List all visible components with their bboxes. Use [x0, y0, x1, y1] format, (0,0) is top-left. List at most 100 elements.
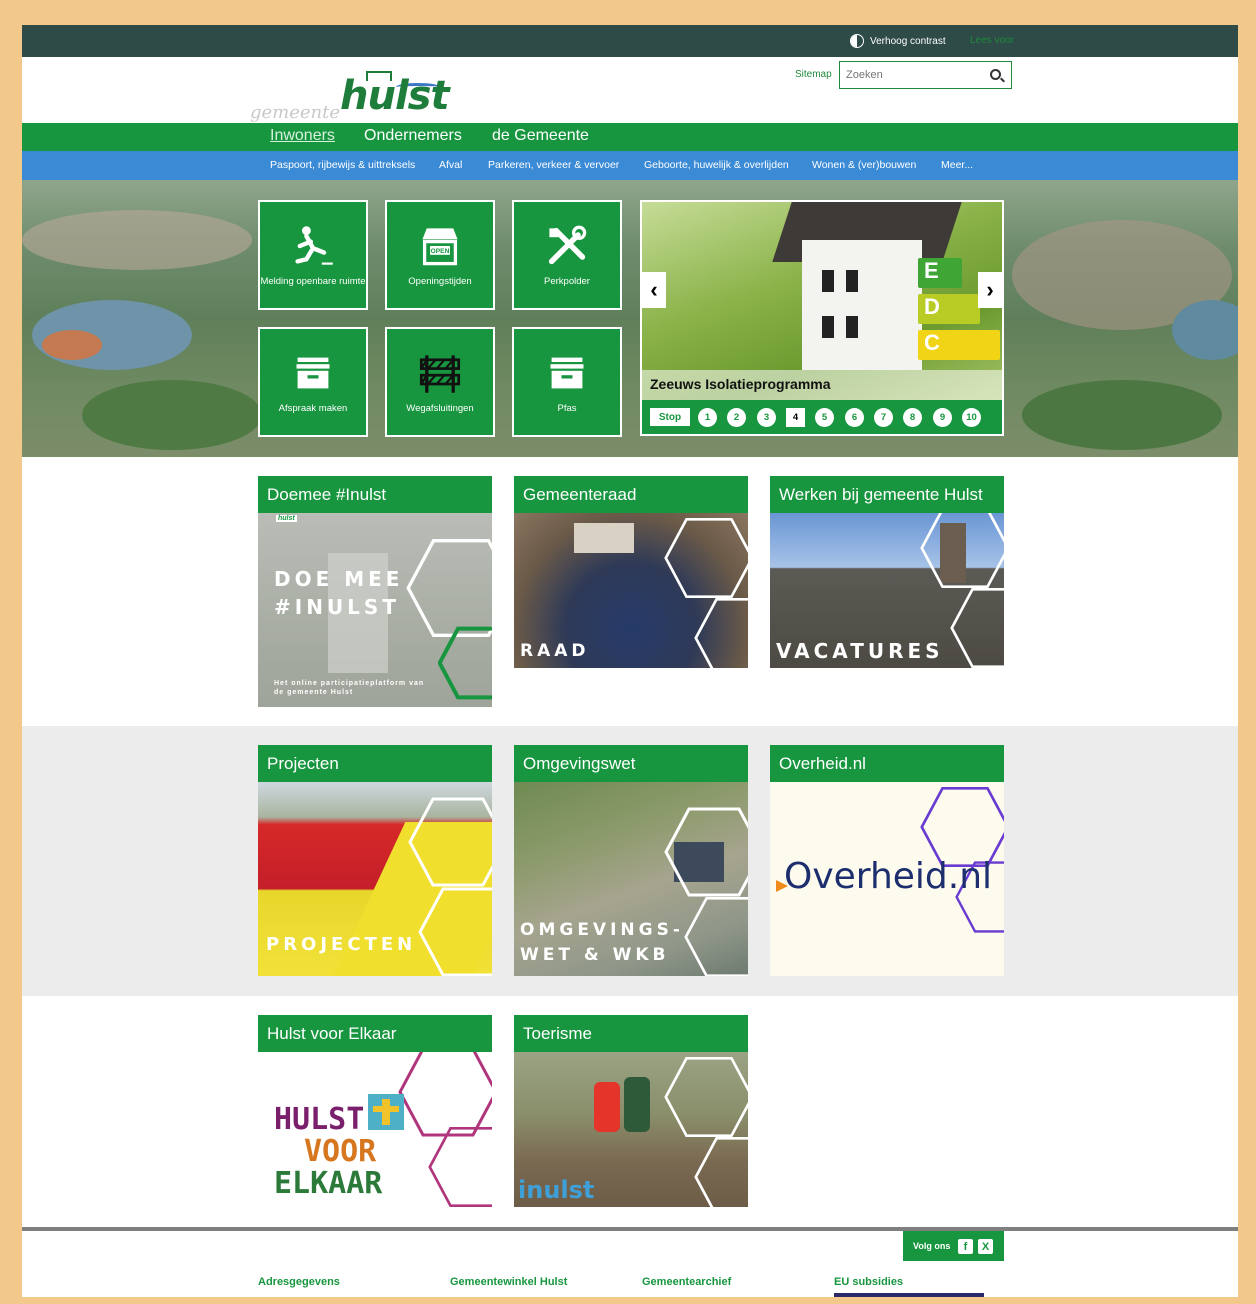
main-nav: Inwoners Ondernemers de Gemeente [22, 123, 1238, 151]
house-window [822, 270, 834, 292]
hexagon-decoration [664, 807, 748, 897]
footer-adresgegevens[interactable]: Adresgegevens [258, 1276, 340, 1288]
tile-afspraak-maken[interactable]: Afspraak maken [258, 327, 368, 437]
logo-badge: hulst [276, 515, 297, 522]
hexagon-decoration [694, 1136, 748, 1207]
subnav-item[interactable]: Wonen & (ver)bouwen [812, 159, 916, 171]
subnav-item[interactable]: Afval [439, 159, 462, 171]
footer-eu-subsidies[interactable]: EU subsidies [834, 1276, 903, 1288]
slider-page-5[interactable]: 5 [815, 408, 834, 427]
tile-label: Perkpolder [544, 275, 590, 287]
search-input[interactable] [840, 62, 980, 88]
contrast-toggle[interactable]: Verhoog contrast [850, 34, 946, 48]
x-icon[interactable]: X [978, 1239, 993, 1254]
card-image: Overheid.nl [770, 782, 1004, 976]
footer-gemeentearchief[interactable]: Gemeentearchief [642, 1276, 731, 1288]
nav-inwoners[interactable]: Inwoners [270, 127, 335, 145]
follow-us-box: Volg ons f X [903, 1231, 1004, 1261]
search-box [839, 61, 1012, 89]
slider-page-2[interactable]: 2 [727, 408, 746, 427]
logo-name: hulst [340, 73, 450, 119]
slider-page-10[interactable]: 10 [962, 408, 981, 427]
slider-next-button[interactable]: › [978, 272, 1002, 308]
tile-pfas[interactable]: Pfas [512, 327, 622, 437]
tile-label: Pfas [557, 402, 577, 414]
tile-label: Openingstijden [408, 275, 472, 287]
slider-page-3[interactable]: 3 [757, 408, 776, 427]
hexagon-decoration [438, 626, 492, 700]
contrast-icon [850, 34, 864, 48]
hexagon-decoration [664, 1056, 748, 1138]
footer-divider [22, 1227, 1238, 1231]
card-toerisme[interactable]: Toerisme inulst [514, 1015, 748, 1207]
slider-prev-button[interactable]: ‹ [642, 272, 666, 308]
energy-label-d: D [918, 294, 980, 324]
facebook-icon[interactable]: f [958, 1239, 973, 1254]
tile-label: Afspraak maken [278, 402, 348, 414]
subnav-item[interactable]: Paspoort, rijbewijs & uittreksels [270, 159, 415, 171]
footer-gemeentewinkel[interactable]: Gemeentewinkel Hulst [450, 1276, 567, 1288]
tile-label: Melding openbare ruimte [260, 275, 366, 287]
screen-shape [574, 523, 634, 553]
card-subtext: Het online participatieplatform van de g… [274, 680, 425, 696]
hero-banner: Melding openbare ruimte OPEN Openingstij… [22, 180, 1238, 457]
rooftops [42, 330, 102, 360]
tile-label: Wegafsluitingen [406, 402, 474, 414]
footer-accent-bar [834, 1293, 984, 1297]
card-omgevingswet[interactable]: Omgevingswet OMGEVINGS-WET & WKB [514, 745, 748, 976]
slider-stop-button[interactable]: Stop [650, 408, 690, 426]
slide-image[interactable]: E D C Zeeuws Isolatieprogramma [642, 202, 1002, 400]
slider-page-4[interactable]: 4 [786, 408, 805, 427]
read-aloud-link[interactable]: Lees voor [970, 35, 1014, 46]
card-overlay-text: PROJECTEN [266, 934, 417, 955]
subnav-item[interactable]: Geboorte, huwelijk & overlijden [644, 159, 789, 171]
card-title: Doemee #Inulst [258, 476, 492, 513]
card-title: Hulst voor Elkaar [258, 1015, 492, 1052]
card-doemee[interactable]: Doemee #Inulst hulst DOE MEE #INULST Het… [258, 476, 492, 707]
card-projecten[interactable]: Projecten PROJECTEN [258, 745, 492, 976]
card-image: inulst [514, 1052, 748, 1207]
house-window [846, 270, 858, 292]
logo-line: ELKAAR [274, 1166, 383, 1201]
card-overlay-text: OMGEVINGS-WET & WKB [520, 920, 684, 965]
slide-caption: Zeeuws Isolatieprogramma [642, 370, 1002, 400]
card-overlay-text: RAAD [520, 641, 590, 661]
house-window [822, 316, 834, 338]
slider-page-9[interactable]: 9 [933, 408, 952, 427]
card-gemeenteraad[interactable]: Gemeenteraad RAAD [514, 476, 748, 668]
archive-box-icon [550, 357, 584, 388]
slider-page-7[interactable]: 7 [874, 408, 893, 427]
nav-de-gemeente[interactable]: de Gemeente [492, 127, 589, 145]
card-image: HULST VOOR ELKAAR [258, 1052, 492, 1207]
slider-page-6[interactable]: 6 [845, 408, 864, 427]
subnav-item-more[interactable]: Meer... [941, 159, 973, 171]
town-area [22, 210, 252, 270]
page: Verhoog contrast Lees voor gemeente huls… [22, 25, 1238, 1297]
slider-page-1[interactable]: 1 [698, 408, 717, 427]
card-image: PROJECTEN [258, 782, 492, 976]
tile-perkpolder[interactable]: Perkpolder [512, 200, 622, 310]
hexagon-decoration [418, 887, 492, 976]
contrast-label: Verhoog contrast [870, 35, 946, 47]
slider-page-8[interactable]: 8 [903, 408, 922, 427]
sitemap-link[interactable]: Sitemap [795, 69, 832, 80]
trees-area [1022, 380, 1222, 450]
energy-label-e: E [918, 258, 962, 288]
cyclist-shape [594, 1082, 620, 1132]
card-werken-bij[interactable]: Werken bij gemeente Hulst VACATURES [770, 476, 1004, 668]
card-overlay-text: inulst [518, 1176, 595, 1204]
slide-caption-text: Zeeuws Isolatieprogramma [650, 376, 831, 392]
chevron-left-icon: ‹ [650, 277, 658, 302]
follow-label: Volg ons [913, 1241, 951, 1251]
tile-wegafsluitingen[interactable]: Wegafsluitingen [385, 327, 495, 437]
hulst-voor-elkaar-logo: HULST VOOR ELKAAR [274, 1104, 382, 1200]
tile-melding-openbare-ruimte[interactable]: Melding openbare ruimte [258, 200, 368, 310]
card-overheid-nl[interactable]: Overheid.nl Overheid.nl [770, 745, 1004, 976]
nav-ondernemers[interactable]: Ondernemers [364, 127, 462, 145]
card-image: RAAD [514, 513, 748, 668]
subnav-item[interactable]: Parkeren, verkeer & vervoer [488, 159, 619, 171]
tile-openingstijden[interactable]: OPEN Openingstijden [385, 200, 495, 310]
water-area [1172, 300, 1238, 360]
search-icon[interactable] [990, 69, 1001, 80]
card-hulst-voor-elkaar[interactable]: Hulst voor Elkaar HULST VOOR ELKAAR [258, 1015, 492, 1207]
